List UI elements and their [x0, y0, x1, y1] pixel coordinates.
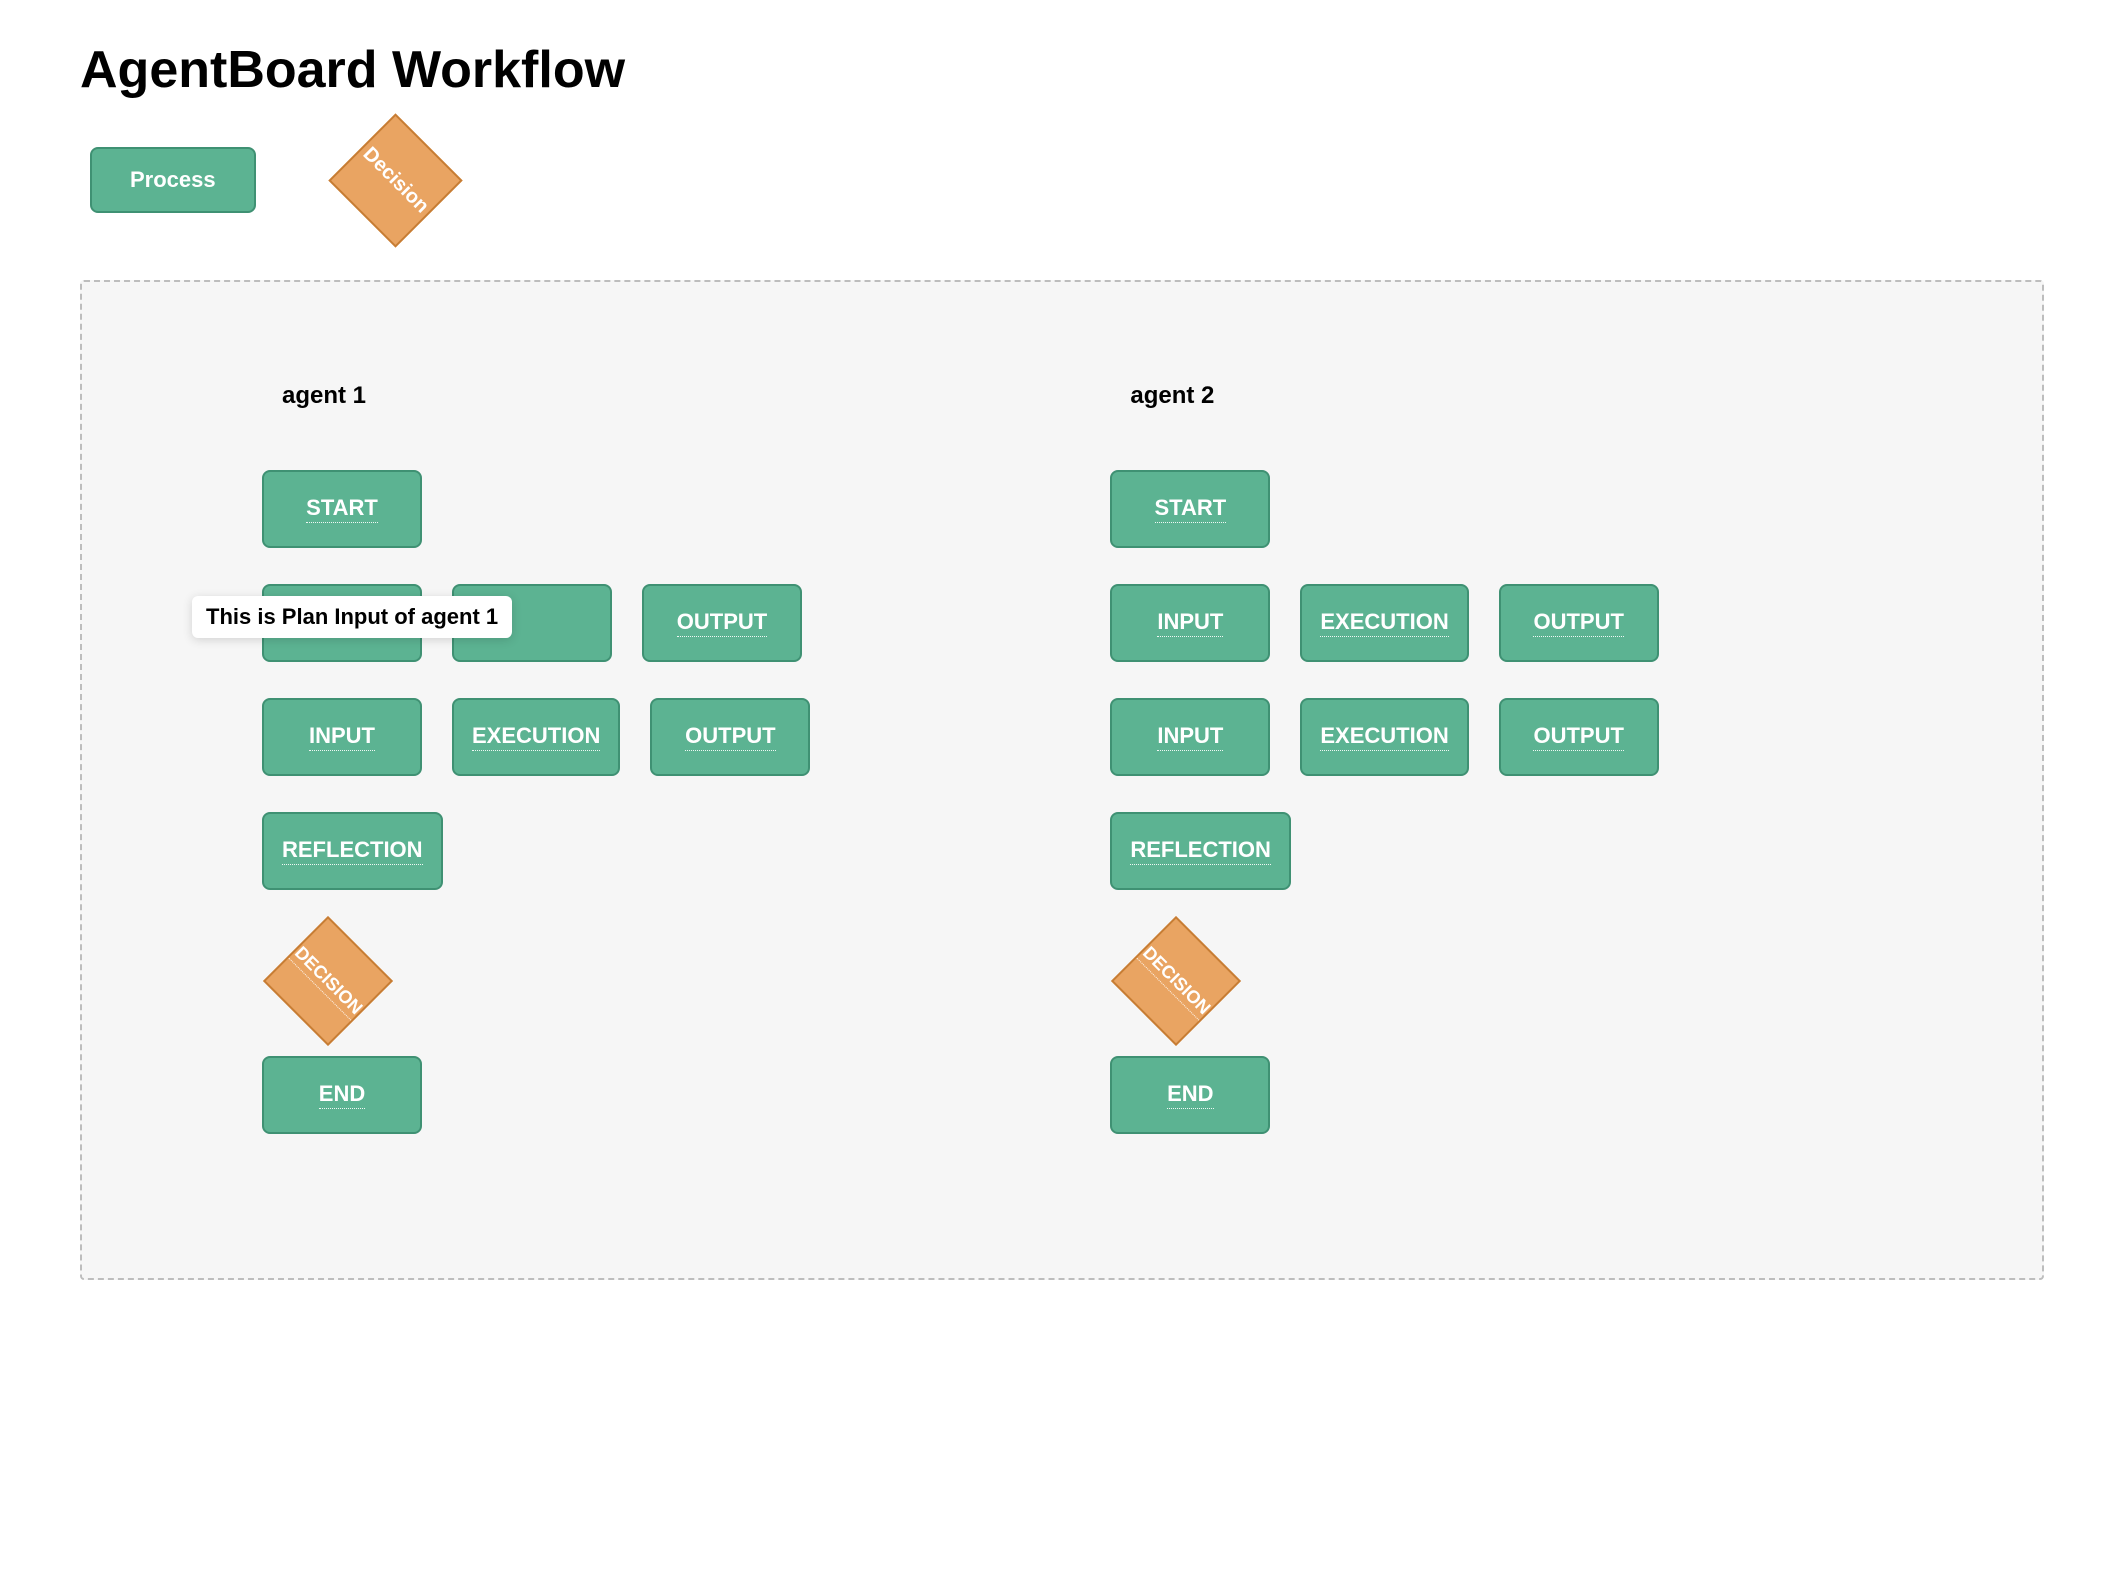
start-node[interactable]: START: [1110, 470, 1270, 548]
workflow-canvas[interactable]: This is Plan Input of agent 1 agent 1 ST…: [80, 280, 2044, 1280]
node-row: START: [262, 470, 810, 548]
node-label: REFLECTION: [282, 837, 423, 865]
agent-title-1: agent 1: [282, 382, 810, 410]
node-label: OUTPUT: [1533, 723, 1623, 751]
node-label: OUTPUT: [1533, 609, 1623, 637]
node-row: DECISION: [1110, 926, 1658, 1036]
node-row: START: [1110, 470, 1658, 548]
output-node[interactable]: OUTPUT: [1499, 584, 1659, 662]
reflection-node[interactable]: REFLECTION: [1110, 812, 1291, 890]
node-label: EXECUTION: [1320, 723, 1448, 751]
node-label: EXECUTION: [472, 723, 600, 751]
end-node[interactable]: END: [262, 1056, 422, 1134]
legend-process-node[interactable]: Process: [90, 147, 256, 213]
node-label: END: [319, 1081, 365, 1109]
legend-process-label: Process: [130, 167, 216, 193]
node-label: DECISION: [289, 942, 367, 1020]
node-label: END: [1167, 1081, 1213, 1109]
node-label: EXECUTION: [1320, 609, 1448, 637]
node-label: REFLECTION: [1130, 837, 1271, 865]
output-node[interactable]: OUTPUT: [650, 698, 810, 776]
node-row: REFLECTION: [1110, 812, 1658, 890]
node-row: INPUT EXECUTION OUTPUT: [1110, 698, 1658, 776]
node-label: OUTPUT: [677, 609, 767, 637]
reflection-node[interactable]: REFLECTION: [262, 812, 443, 890]
node-label: INPUT: [1157, 723, 1223, 751]
node-label: START: [306, 495, 378, 523]
legend-decision-node[interactable]: Decision: [328, 113, 462, 247]
node-label: OUTPUT: [685, 723, 775, 751]
agent-column-1: This is Plan Input of agent 1 agent 1 ST…: [162, 342, 810, 1238]
node-row: INPUT EXECUTION OUTPUT: [1110, 584, 1658, 662]
node-row: END: [1110, 1056, 1658, 1134]
legend-decision-wrapper: Decision: [336, 120, 456, 240]
execution-node[interactable]: EXECUTION: [1300, 584, 1468, 662]
decision-node[interactable]: DECISION: [263, 916, 393, 1046]
agent-title-2: agent 2: [1130, 382, 1658, 410]
execution-node[interactable]: EXECUTION: [1300, 698, 1468, 776]
output-node[interactable]: OUTPUT: [1499, 698, 1659, 776]
node-row: REFLECTION: [262, 812, 810, 890]
page-title: AgentBoard Workflow: [80, 40, 2044, 100]
node-row: DECISION: [262, 926, 810, 1036]
start-node[interactable]: START: [262, 470, 422, 548]
tooltip: This is Plan Input of agent 1: [192, 596, 512, 638]
node-row: INPUT EXECUTION OUTPUT: [262, 698, 810, 776]
end-node[interactable]: END: [1110, 1056, 1270, 1134]
legend: Process Decision: [80, 120, 2044, 240]
output-node[interactable]: OUTPUT: [642, 584, 802, 662]
legend-decision-label: Decision: [358, 142, 433, 217]
node-label: START: [1155, 495, 1227, 523]
node-row: END: [262, 1056, 810, 1134]
execution-node[interactable]: EXECUTION: [452, 698, 620, 776]
decision-node[interactable]: DECISION: [1111, 916, 1241, 1046]
node-label: DECISION: [1137, 942, 1215, 1020]
agent-column-2: agent 2 START INPUT EXECUTION OUTPUT INP…: [1010, 342, 1658, 1238]
input-node[interactable]: INPUT: [1110, 698, 1270, 776]
node-label: INPUT: [309, 723, 375, 751]
input-node[interactable]: INPUT: [1110, 584, 1270, 662]
input-node[interactable]: INPUT: [262, 698, 422, 776]
node-label: INPUT: [1157, 609, 1223, 637]
